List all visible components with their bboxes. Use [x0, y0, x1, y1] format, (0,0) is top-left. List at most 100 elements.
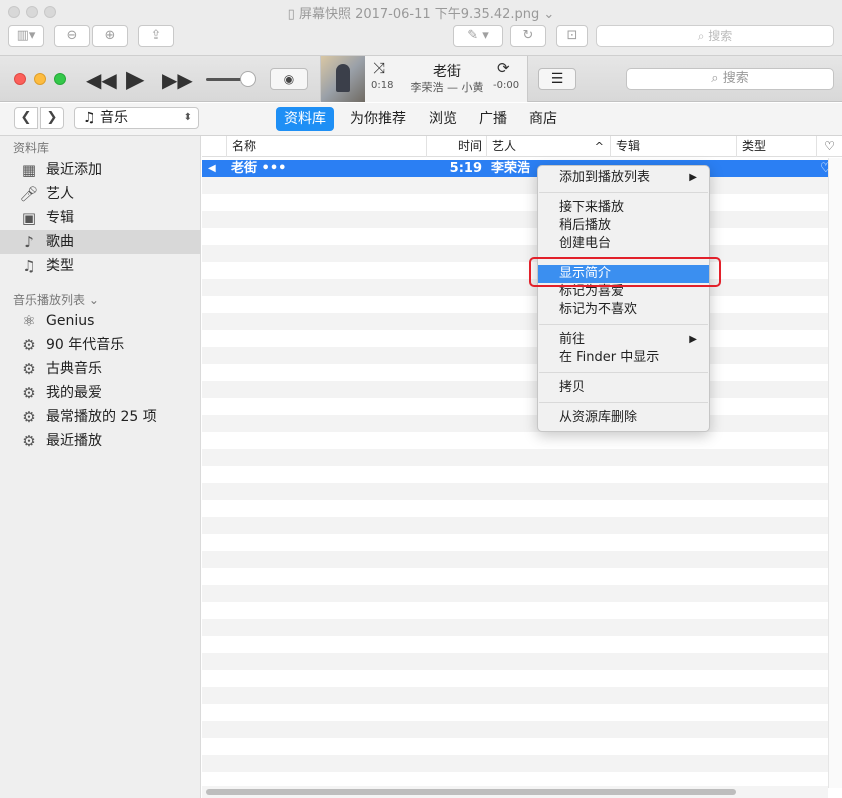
empty-table-row	[202, 262, 828, 279]
table-row[interactable]: ◀ 老街 ••• 5:19 李荣浩 ♡	[202, 160, 832, 177]
gear-icon: ⚙	[22, 408, 36, 426]
empty-table-row	[202, 415, 828, 432]
itunes-search-input[interactable]: ⌕ 搜索	[626, 68, 834, 90]
minimize-button[interactable]	[34, 73, 46, 85]
sidebar-item-genres[interactable]: ♫ 类型	[0, 254, 201, 278]
menu-item-show-in-finder[interactable]: 在 Finder 中显示	[538, 349, 709, 367]
next-track-icon[interactable]: ▶▶	[162, 68, 193, 92]
menu-item-dislike[interactable]: 标记为不喜欢	[538, 301, 709, 319]
remaining-time: -0:00	[493, 80, 520, 91]
column-header-time[interactable]: 时间	[426, 136, 486, 157]
preview-search-input[interactable]: ⌕ 搜索	[596, 25, 834, 47]
navigation-bar: ❮ ❯ ♫ 音乐 ⬍ 资料库 为你推荐 浏览 广播 商店	[0, 103, 842, 136]
preview-window-toolbar: ▯ 屏幕快照 2017-06-11 下午9.35.42.png ⌄ ▥▾ ⊖ ⊕…	[0, 0, 842, 56]
column-header-genre[interactable]: 类型	[736, 136, 816, 157]
genre-icon: ♫	[22, 257, 36, 275]
tab-radio[interactable]: 广播	[471, 107, 515, 131]
zoom-out-button[interactable]: ⊖	[54, 25, 90, 47]
zoom-in-button[interactable]: ⊕	[92, 25, 128, 47]
sidebar-item-albums[interactable]: ▣ 专辑	[0, 206, 201, 230]
album-icon: ▣	[21, 209, 37, 227]
empty-table-row	[202, 347, 828, 364]
search-icon: ⌕	[697, 29, 709, 43]
menu-item-copy[interactable]: 拷贝	[538, 379, 709, 397]
empty-table-row	[202, 211, 828, 228]
airplay-button[interactable]: ◉	[270, 68, 308, 90]
menu-item-create-station[interactable]: 创建电台	[538, 235, 709, 253]
menu-item-play-later[interactable]: 稍后播放	[538, 217, 709, 235]
forward-button[interactable]: ❯	[40, 107, 64, 129]
empty-table-row	[202, 687, 828, 704]
menu-item-add-to-playlist[interactable]: 添加到播放列表 ▶	[538, 169, 709, 187]
previous-track-icon[interactable]: ◀◀	[86, 68, 117, 92]
genius-icon: ⚛	[22, 312, 36, 330]
now-playing-title: 老街	[433, 64, 461, 80]
empty-table-row	[202, 228, 828, 245]
tab-store[interactable]: 商店	[521, 107, 565, 131]
empty-table-row	[202, 177, 828, 194]
empty-table-row	[202, 534, 828, 551]
tab-browse[interactable]: 浏览	[421, 107, 465, 131]
context-menu: 添加到播放列表 ▶ 接下来播放 稍后播放 创建电台 显示简介 标记为喜爱 标记为不…	[537, 165, 710, 432]
sidebar-item-songs[interactable]: ♪ 歌曲	[0, 230, 201, 254]
share-button[interactable]: ⇪	[138, 25, 174, 47]
empty-table-row	[202, 432, 828, 449]
empty-table-row	[202, 602, 828, 619]
playlists-header[interactable]: 音乐播放列表 ⌄	[13, 291, 99, 308]
sidebar-item-recently-played[interactable]: ⚙ 最近播放	[0, 429, 201, 453]
rotate-button[interactable]: ↻	[510, 25, 546, 47]
song-name: 老街 •••	[231, 161, 287, 176]
library-header: 资料库	[13, 141, 50, 155]
music-note-icon: ♪	[24, 233, 34, 251]
zoom-button[interactable]	[54, 73, 66, 85]
up-next-button[interactable]: ☰	[538, 68, 576, 90]
title-chevron-icon[interactable]: ⌄	[543, 7, 554, 22]
album-artwork[interactable]	[321, 56, 365, 102]
tab-for-you[interactable]: 为你推荐	[342, 107, 414, 131]
chevron-left-icon: ❮	[20, 110, 32, 125]
sidebar-item-favorites[interactable]: ⚙ 我的最爱	[0, 381, 201, 405]
play-icon[interactable]: ▶	[126, 65, 144, 93]
horizontal-scrollbar[interactable]	[202, 786, 828, 798]
music-note-icon: ♫	[83, 110, 101, 126]
sidebar-item-top-25[interactable]: ⚙ 最常播放的 25 项	[0, 405, 201, 429]
chevron-right-icon: ❯	[46, 110, 58, 125]
column-header-artist[interactable]: 艺人 ^	[486, 136, 610, 157]
empty-table-row	[202, 670, 828, 687]
back-button[interactable]: ❮	[14, 107, 38, 129]
chevron-down-icon: ⌄	[88, 293, 99, 307]
empty-table-row	[202, 483, 828, 500]
media-type-select[interactable]: ♫ 音乐 ⬍	[74, 107, 199, 129]
sidebar-item-recently-added[interactable]: ▦ 最近添加	[0, 158, 201, 182]
empty-table-row	[202, 738, 828, 755]
empty-table-row	[202, 721, 828, 738]
sidebar: 资料库 ▦ 最近添加 🎤︎ 艺人 ▣ 专辑 ♪ 歌曲 ♫ 类型 音乐播放列表 ⌄ ⚛ Gen…	[0, 136, 201, 798]
menu-separator	[539, 372, 708, 373]
scrollbar-thumb[interactable]	[206, 789, 736, 795]
menu-item-go-to[interactable]: 前往 ▶	[538, 331, 709, 349]
column-header-row: 名称 时间 艺人 ^ 专辑 类型 ♡	[202, 136, 842, 157]
empty-table-row	[202, 619, 828, 636]
empty-table-row	[202, 500, 828, 517]
column-header-album[interactable]: 专辑	[610, 136, 736, 157]
heart-icon[interactable]: ♡	[816, 136, 842, 157]
toolbox-button[interactable]: ⊡	[556, 25, 588, 47]
sidebar-item-artists[interactable]: 🎤︎ 艺人	[0, 182, 201, 206]
markup-button[interactable]: ✎ ▾	[453, 25, 503, 47]
sidebar-item-genius[interactable]: ⚛ Genius	[0, 309, 201, 333]
sidebar-item-90s-music[interactable]: ⚙ 90 年代音乐	[0, 333, 201, 357]
song-list: 名称 时间 艺人 ^ 专辑 类型 ♡ ◀ 老街 ••• 5:19 李荣浩 ♡	[202, 136, 842, 788]
microphone-icon: 🎤︎	[19, 185, 39, 203]
vertical-scrollbar[interactable]	[828, 158, 842, 788]
column-header-name[interactable]: 名称	[226, 136, 426, 157]
sidebar-item-classical[interactable]: ⚙ 古典音乐	[0, 357, 201, 381]
empty-table-row	[202, 313, 828, 330]
now-playing-display: ⤨ ⟳ 老街 0:18 李荣浩 — 小黄 -0:00	[320, 56, 528, 102]
sidebar-toggle-button[interactable]: ▥▾	[8, 25, 44, 47]
menu-item-delete-from-library[interactable]: 从资源库删除	[538, 409, 709, 427]
menu-item-play-next[interactable]: 接下来播放	[538, 199, 709, 217]
close-button[interactable]	[14, 73, 26, 85]
search-icon: ⌕	[711, 71, 723, 86]
volume-slider-knob[interactable]	[240, 71, 256, 87]
tab-library[interactable]: 资料库	[276, 107, 334, 131]
